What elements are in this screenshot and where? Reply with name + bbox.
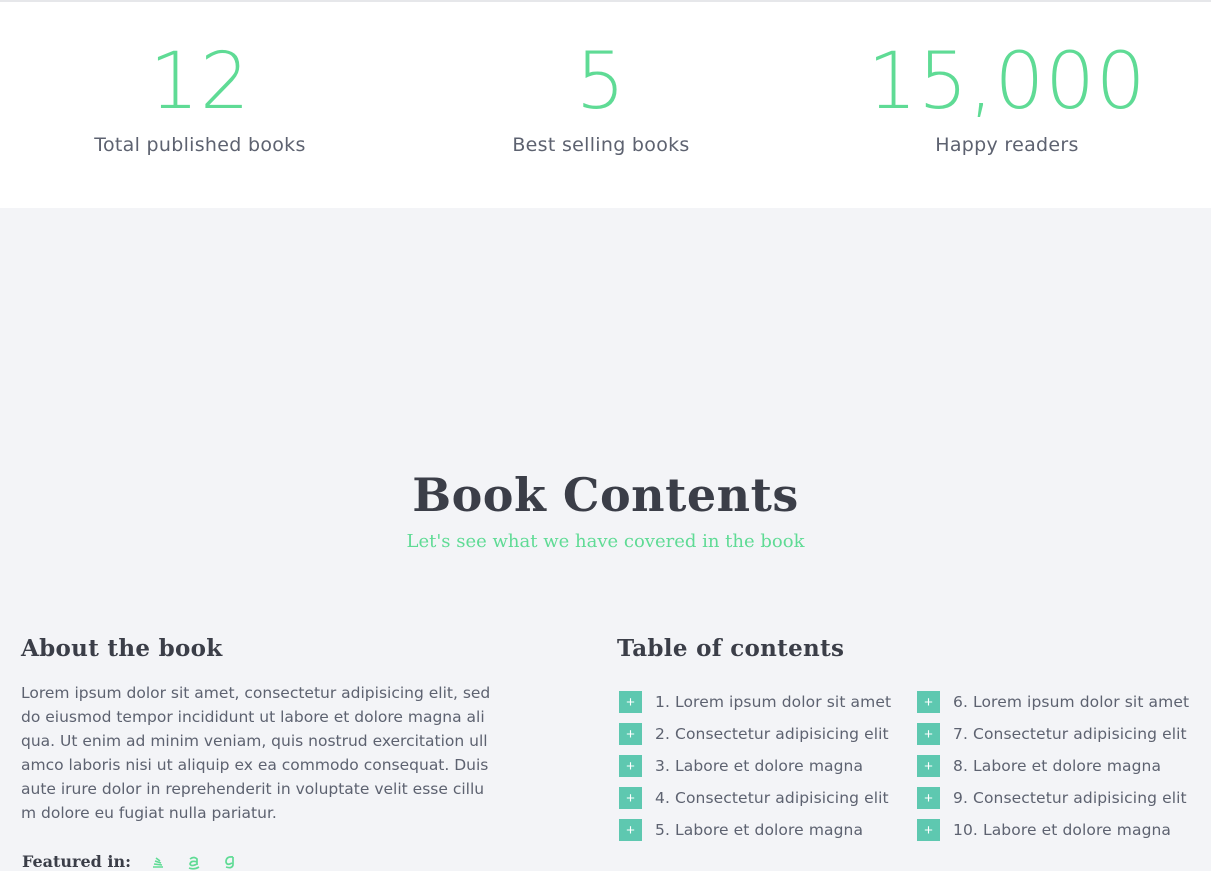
plus-icon[interactable]: + [619, 691, 642, 713]
toc-item-label: 8. Labore et dolore magna [953, 757, 1162, 775]
toc-item[interactable]: + 1. Lorem ipsum dolor sit amet [619, 686, 891, 718]
toc-item[interactable]: + 8. Labore et dolore magna [917, 750, 1189, 782]
plus-icon[interactable]: + [619, 723, 642, 745]
plus-icon[interactable]: + [917, 691, 940, 713]
about-text: Lorem ipsum dolor sit amet, consectetur … [21, 684, 491, 822]
featured-label: Featured in: [22, 852, 132, 871]
plus-icon[interactable]: + [619, 755, 642, 777]
toc-item[interactable]: + 5. Labore et dolore magna [619, 814, 891, 846]
stat-value: 15,000 [867, 37, 1147, 127]
stats-section: 12 Total published books 5 Best selling … [0, 0, 1211, 208]
stat-label: Total published books [94, 134, 306, 156]
stat-label: Best selling books [512, 134, 690, 156]
stat-published: 12 Total published books [0, 40, 400, 156]
toc-item-label: 7. Consectetur adipisicing elit [953, 725, 1187, 743]
toc-item[interactable]: + 9. Consectetur adipisicing elit [917, 782, 1189, 814]
toc-item-label: 6. Lorem ipsum dolor sit amet [953, 693, 1190, 711]
book-contents-subtitle: Let's see what we have covered in the bo… [406, 531, 805, 552]
plus-icon[interactable]: + [619, 787, 642, 809]
plus-icon[interactable]: + [917, 755, 940, 777]
toc-item-label: 5. Labore et dolore magna [655, 821, 864, 839]
plus-icon[interactable]: + [917, 723, 940, 745]
toc-item-label: 4. Consectetur adipisicing elit [655, 789, 889, 807]
plus-icon[interactable]: + [619, 819, 642, 841]
toc-item[interactable]: + 4. Consectetur adipisicing elit [619, 782, 891, 814]
stat-best-selling: 5 Best selling books [401, 40, 801, 156]
toc-item[interactable]: + 10. Labore et dolore magna [917, 814, 1189, 846]
stat-happy-readers: 15,000 Happy readers [807, 40, 1207, 156]
plus-icon[interactable]: + [917, 819, 940, 841]
toc-item-label: 3. Labore et dolore magna [655, 757, 864, 775]
plus-icon[interactable]: + [917, 787, 940, 809]
featured-in: Featured in: [22, 852, 239, 871]
stat-value: 5 [575, 37, 627, 127]
toc-item[interactable]: + 7. Consectetur adipisicing elit [917, 718, 1189, 750]
toc-item[interactable]: + 2. Consectetur adipisicing elit [619, 718, 891, 750]
toc-heading: Table of contents [617, 635, 845, 662]
toc-column-left: + 1. Lorem ipsum dolor sit amet + 2. Con… [619, 686, 891, 846]
toc-item-label: 10. Labore et dolore magna [953, 821, 1172, 839]
stat-label: Happy readers [935, 134, 1079, 156]
toc-item-label: 9. Consectetur adipisicing elit [953, 789, 1187, 807]
toc-item[interactable]: + 6. Lorem ipsum dolor sit amet [917, 686, 1189, 718]
toc-item-label: 1. Lorem ipsum dolor sit amet [655, 693, 892, 711]
about-heading: About the book [21, 635, 223, 662]
toc-item-label: 2. Consectetur adipisicing elit [655, 725, 889, 743]
book-contents-title: Book Contents [412, 468, 799, 522]
toc-item[interactable]: + 3. Labore et dolore magna [619, 750, 891, 782]
toc-column-right: + 6. Lorem ipsum dolor sit amet + 7. Con… [917, 686, 1189, 846]
stat-value: 12 [149, 37, 251, 127]
